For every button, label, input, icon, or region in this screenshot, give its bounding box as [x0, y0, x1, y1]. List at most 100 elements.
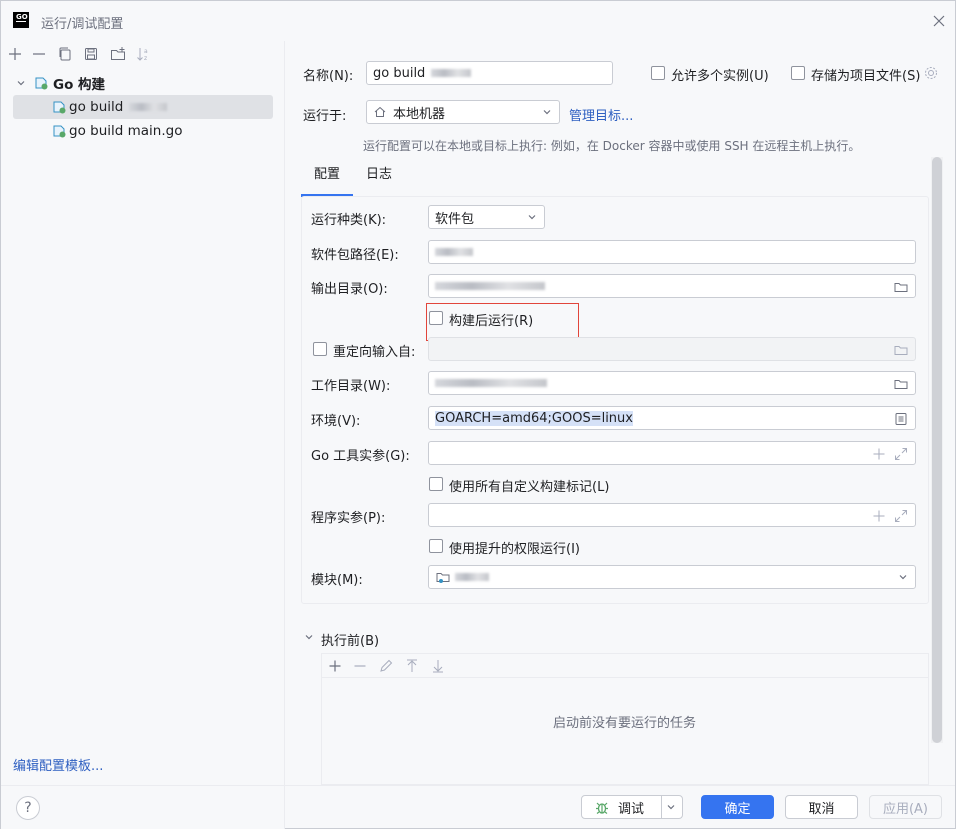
new-folder-icon[interactable]	[109, 45, 127, 63]
debug-label: 调试	[618, 801, 645, 817]
redirect-input-path[interactable]	[428, 337, 916, 361]
svg-text:z: z	[144, 55, 147, 62]
run-after-build-checkbox[interactable]	[429, 311, 443, 325]
redacted-text	[435, 282, 545, 290]
folder-icon[interactable]	[893, 376, 909, 392]
go-tool-args-label: Go 工具实参(G):	[311, 449, 410, 464]
apply-label: 应用(A)	[882, 801, 929, 817]
help-label: ?	[24, 800, 32, 816]
scrollbar-thumb[interactable]	[932, 157, 942, 743]
redirect-input-label: 重定向输入自:	[333, 345, 416, 360]
output-dir-label: 输出目录(O):	[311, 282, 388, 297]
before-launch-empty-text: 启动前没有要运行的任务	[553, 716, 697, 731]
env-value: GOARCH=amd64;GOOS=linux	[435, 410, 633, 426]
apply-button[interactable]: 应用(A)	[869, 795, 942, 819]
chevron-down-icon	[897, 571, 909, 583]
run-on-label: 运行于:	[303, 109, 347, 124]
tab-label: 配置	[313, 167, 340, 182]
debug-bug-icon	[594, 799, 610, 815]
edit-templates-link[interactable]: 编辑配置模板...	[13, 755, 103, 774]
list-edit-icon[interactable]	[893, 411, 909, 427]
remove-icon[interactable]	[30, 45, 48, 63]
before-launch-toolbar	[322, 654, 928, 678]
run-kind-select[interactable]: 软件包	[428, 205, 545, 229]
use-custom-tags-label: 使用所有自定义构建标记(L)	[449, 480, 610, 495]
sort-icon[interactable]: az	[135, 45, 153, 63]
folder-icon[interactable]	[893, 279, 909, 295]
window-title: 运行/调试配置	[41, 17, 124, 32]
add-icon[interactable]	[871, 508, 887, 524]
go-build-icon	[51, 123, 69, 139]
name-value: go build	[373, 65, 426, 81]
add-icon[interactable]	[326, 657, 344, 675]
copy-icon[interactable]	[56, 45, 74, 63]
run-on-value: 本地机器	[393, 106, 446, 122]
chevron-down-icon[interactable]	[665, 801, 679, 813]
goland-logo-icon: GO	[13, 12, 29, 28]
svg-text:a: a	[144, 48, 148, 55]
working-dir-label: 工作目录(W):	[311, 379, 391, 394]
before-launch-title[interactable]: 执行前(B)	[321, 630, 379, 649]
gear-icon[interactable]	[923, 65, 939, 81]
redacted-text	[431, 69, 472, 77]
ok-button[interactable]: 确定	[701, 795, 774, 819]
tree-item-label: go build main.go	[69, 123, 183, 139]
run-on-select[interactable]: 本地机器	[366, 100, 560, 124]
redirect-input-checkbox[interactable]	[313, 342, 327, 356]
redacted-text	[455, 573, 489, 581]
chevron-down-icon	[526, 211, 538, 223]
module-select[interactable]	[428, 565, 916, 589]
tab-logs[interactable]: 日志	[353, 157, 405, 197]
elevated-checkbox[interactable]	[429, 539, 443, 553]
allow-multiple-checkbox[interactable]	[651, 66, 665, 80]
ok-label: 确定	[724, 801, 751, 817]
store-as-file-checkbox[interactable]	[791, 66, 805, 80]
config-tree-pane: az Go 构建 go build go build main.go 编辑配置模…	[1, 41, 285, 829]
allow-multiple-label: 允许多个实例(U)	[671, 69, 769, 84]
save-icon[interactable]	[82, 45, 100, 63]
use-custom-tags-checkbox[interactable]	[429, 477, 443, 491]
manage-targets-link[interactable]: 管理目标...	[569, 105, 633, 124]
chevron-down-icon[interactable]	[303, 631, 315, 643]
folder-icon[interactable]	[893, 342, 909, 358]
help-button[interactable]: ?	[16, 796, 40, 820]
output-dir-input[interactable]	[428, 274, 916, 298]
program-args-input[interactable]	[428, 503, 916, 527]
chevron-down-icon[interactable]	[15, 77, 33, 89]
tree-item-go-build-group[interactable]: Go 构建	[13, 71, 273, 95]
move-down-icon[interactable]	[429, 657, 447, 675]
add-icon[interactable]	[871, 446, 887, 462]
footer-divider	[1, 785, 955, 786]
logo-text: GO	[16, 13, 28, 22]
env-input[interactable]: GOARCH=amd64;GOOS=linux	[428, 406, 916, 430]
tree-item-go-build-main[interactable]: go build main.go	[13, 119, 273, 143]
program-args-label: 程序实参(P):	[311, 511, 386, 526]
split-divider	[661, 796, 662, 818]
elevated-label: 使用提升的权限运行(I)	[449, 542, 580, 557]
tab-configuration[interactable]: 配置	[301, 157, 353, 197]
run-kind-value: 软件包	[435, 211, 475, 227]
go-build-icon	[33, 75, 53, 91]
redacted-text	[435, 379, 547, 387]
package-path-input[interactable]	[428, 240, 916, 264]
run-on-hint: 运行配置可以在本地或目标上执行: 例如，在 Docker 容器中或使用 SSH …	[363, 139, 861, 153]
expand-icon[interactable]	[893, 446, 909, 462]
cancel-button[interactable]: 取消	[785, 795, 858, 819]
chevron-down-icon	[541, 106, 553, 118]
go-tool-args-input[interactable]	[428, 441, 916, 465]
edit-icon[interactable]	[377, 657, 395, 675]
tree-item-label: go build	[69, 99, 124, 115]
add-icon[interactable]	[6, 45, 24, 63]
tab-label: 日志	[365, 167, 392, 182]
close-icon[interactable]	[931, 13, 947, 29]
move-up-icon[interactable]	[403, 657, 421, 675]
remove-icon[interactable]	[351, 657, 369, 675]
go-build-icon	[51, 99, 69, 115]
working-dir-input[interactable]	[428, 371, 916, 395]
name-input[interactable]: go build	[366, 61, 613, 85]
cancel-label: 取消	[808, 801, 835, 817]
run-after-build-label: 构建后运行(R)	[449, 314, 534, 329]
env-label: 环境(V):	[311, 414, 361, 429]
expand-icon[interactable]	[893, 508, 909, 524]
tree-item-go-build-selected[interactable]: go build	[13, 95, 273, 119]
